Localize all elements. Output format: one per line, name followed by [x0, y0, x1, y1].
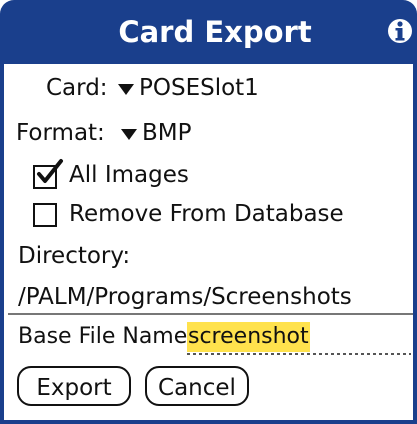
title-bar: Card Export: [0, 0, 417, 64]
export-button[interactable]: Export: [17, 366, 131, 406]
base-file-name-label: Base File Name:: [18, 324, 195, 349]
card-label: Card:: [46, 75, 108, 101]
remove-from-database-label[interactable]: Remove From Database: [69, 199, 344, 229]
card-select-value[interactable]: POSESlot1: [139, 73, 259, 103]
dropdown-triangle-icon[interactable]: [118, 84, 134, 95]
base-file-name-underline: [187, 353, 411, 355]
directory-label: Directory:: [18, 243, 131, 269]
directory-divider: [8, 313, 413, 315]
dialog-border-bottom: [0, 420, 417, 424]
dialog-title: Card Export: [118, 15, 312, 49]
format-select-value[interactable]: BMP: [142, 118, 192, 148]
all-images-checkbox[interactable]: [33, 159, 63, 189]
card-export-dialog: Card Export Card: POSESlot1 Format: BMP …: [0, 0, 417, 424]
dialog-border-left: [0, 64, 4, 424]
cancel-button[interactable]: Cancel: [145, 366, 249, 406]
remove-from-database-checkbox[interactable]: [33, 203, 57, 227]
info-icon[interactable]: [386, 14, 414, 48]
all-images-label[interactable]: All Images: [69, 160, 189, 190]
base-file-name-input[interactable]: screenshot: [187, 322, 310, 352]
checkmark-icon: [37, 159, 63, 183]
dropdown-triangle-icon[interactable]: [121, 129, 137, 140]
dialog-border-right: [413, 64, 417, 424]
format-label: Format:: [16, 120, 105, 146]
directory-value: /PALM/Programs/Screenshots: [18, 284, 352, 310]
